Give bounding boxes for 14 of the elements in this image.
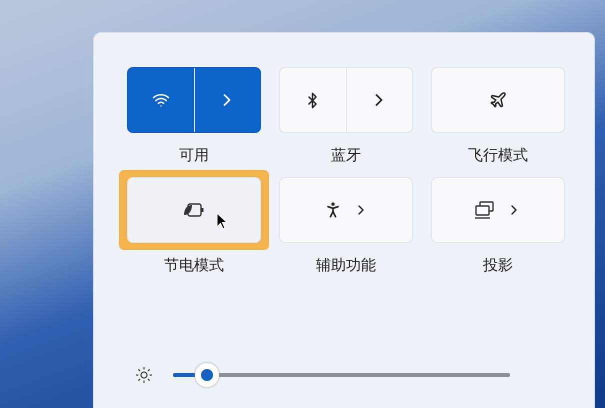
wifi-icon xyxy=(152,91,170,109)
airplane-icon xyxy=(489,91,507,109)
toggle-label: 辅助功能 xyxy=(316,256,376,275)
toggle-label: 飞行模式 xyxy=(468,146,528,165)
slider-thumb[interactable] xyxy=(194,363,219,387)
mouse-pointer-icon xyxy=(216,212,228,230)
toggle-label: 节电模式 xyxy=(164,256,224,275)
toggle-label: 投影 xyxy=(483,256,513,275)
brightness-icon xyxy=(135,366,153,384)
battery-leaf-icon xyxy=(182,202,206,218)
toggle-label: 可用 xyxy=(179,146,209,165)
quick-toggle[interactable] xyxy=(127,67,261,133)
toggle-label: 蓝牙 xyxy=(331,146,361,165)
two-screens-icon xyxy=(474,201,496,219)
